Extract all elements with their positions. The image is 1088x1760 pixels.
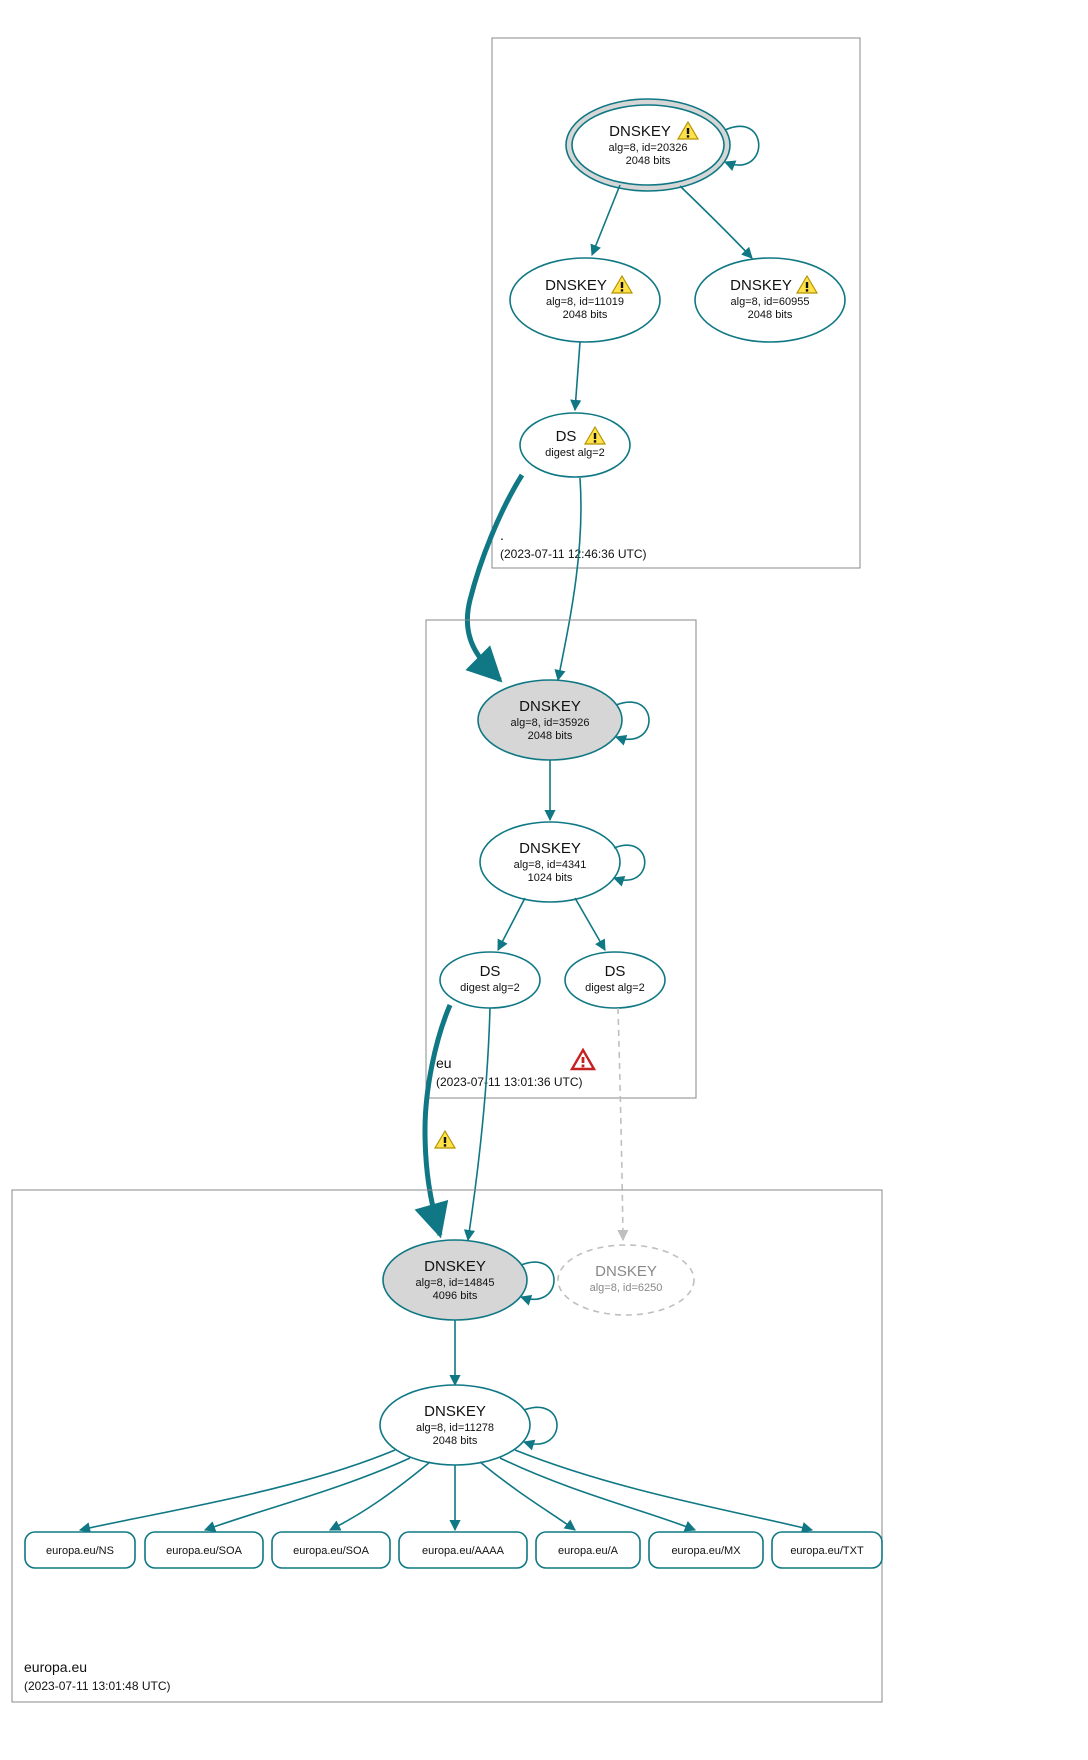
svg-text:DS: DS xyxy=(556,428,577,445)
svg-text:DNSKEY: DNSKEY xyxy=(424,1403,486,1420)
svg-text:DNSKEY: DNSKEY xyxy=(595,1263,657,1280)
edge-rr-mx xyxy=(500,1458,695,1530)
rr-soa1: europa.eu/SOA xyxy=(166,1545,242,1557)
svg-text:alg=8, id=20326: alg=8, id=20326 xyxy=(609,142,688,154)
edge-deleg-eu-europa-thick xyxy=(425,1005,450,1235)
node-eur-ksk: DNSKEY alg=8, id=14845 4096 bits xyxy=(383,1240,527,1320)
edge-root-zsk1-ds xyxy=(575,342,580,410)
edge-root-ksk-zsk1 xyxy=(592,185,620,255)
zone-root-label: . xyxy=(500,527,504,543)
svg-text:DNSKEY: DNSKEY xyxy=(609,123,671,140)
svg-text:DNSKEY: DNSKEY xyxy=(519,698,581,715)
svg-text:alg=8, id=35926: alg=8, id=35926 xyxy=(511,717,590,729)
zone-eu-error-icon xyxy=(572,1050,594,1069)
edge-root-ksk-zsk2 xyxy=(680,186,752,258)
rr-aaaa: europa.eu/AAAA xyxy=(422,1545,505,1557)
node-root-ksk: DNSKEY alg=8, id=20326 2048 bits xyxy=(566,99,730,191)
svg-text:DNSKEY: DNSKEY xyxy=(730,277,792,294)
node-root-ds: DS digest alg=2 xyxy=(520,413,630,477)
edge-deleg-root-eu-thick xyxy=(467,475,522,680)
svg-text:4096 bits: 4096 bits xyxy=(433,1290,478,1302)
svg-text:2048 bits: 2048 bits xyxy=(528,730,573,742)
node-eu-ds2: DS digest alg=2 xyxy=(565,952,665,1008)
edge-rr-a xyxy=(480,1462,575,1530)
svg-text:2048 bits: 2048 bits xyxy=(563,309,608,321)
svg-text:alg=8, id=4341: alg=8, id=4341 xyxy=(514,859,587,871)
edge-deleg-warn-icon xyxy=(435,1131,455,1148)
edge-rr-ns xyxy=(80,1450,395,1530)
svg-text:1024 bits: 1024 bits xyxy=(528,872,573,884)
zone-root-ts: (2023-07-11 12:46:36 UTC) xyxy=(500,547,647,561)
zone-europa-ts: (2023-07-11 13:01:48 UTC) xyxy=(24,1679,171,1693)
svg-text:digest alg=2: digest alg=2 xyxy=(460,982,520,994)
node-eu-ds1: DS digest alg=2 xyxy=(440,952,540,1008)
node-eur-ghost: DNSKEY alg=8, id=6250 xyxy=(558,1245,694,1315)
svg-text:2048 bits: 2048 bits xyxy=(748,309,793,321)
svg-text:alg=8, id=6250: alg=8, id=6250 xyxy=(590,1282,663,1294)
node-root-zsk2: DNSKEY alg=8, id=60955 2048 bits xyxy=(695,258,845,342)
svg-text:alg=8, id=14845: alg=8, id=14845 xyxy=(416,1277,495,1289)
node-eur-zsk: DNSKEY alg=8, id=11278 2048 bits xyxy=(380,1385,530,1465)
edge-eu-zsk-ds1 xyxy=(498,898,525,950)
zone-eu-label: eu xyxy=(436,1055,452,1071)
svg-text:alg=8, id=60955: alg=8, id=60955 xyxy=(731,296,810,308)
svg-text:DNSKEY: DNSKEY xyxy=(424,1258,486,1275)
zone-europa-label: europa.eu xyxy=(24,1659,87,1675)
svg-text:digest alg=2: digest alg=2 xyxy=(545,447,605,459)
rr-a: europa.eu/A xyxy=(558,1545,619,1557)
node-root-zsk1: DNSKEY alg=8, id=11019 2048 bits xyxy=(510,258,660,342)
svg-text:2048 bits: 2048 bits xyxy=(626,155,671,167)
edge-root-ds-eu-ksk xyxy=(558,478,581,680)
edge-eu-zsk-ds2 xyxy=(575,898,605,950)
rrset-row: europa.eu/NS europa.eu/SOA europa.eu/SOA… xyxy=(25,1532,882,1568)
svg-text:digest alg=2: digest alg=2 xyxy=(585,982,645,994)
rr-mx: europa.eu/MX xyxy=(671,1545,741,1557)
edge-rr-soa1 xyxy=(205,1458,410,1530)
dnssec-graph: . (2023-07-11 12:46:36 UTC) DNSKEY alg=8… xyxy=(0,0,1088,1760)
rr-txt: europa.eu/TXT xyxy=(790,1545,864,1557)
edge-eu-ds2-eur-ghost xyxy=(618,1008,623,1240)
svg-text:alg=8, id=11019: alg=8, id=11019 xyxy=(546,296,624,308)
rr-ns: europa.eu/NS xyxy=(46,1545,114,1557)
svg-text:DS: DS xyxy=(480,963,501,980)
zone-eu-ts: (2023-07-11 13:01:36 UTC) xyxy=(436,1075,583,1089)
edge-eu-ds1-eur-ksk xyxy=(468,1008,490,1240)
svg-text:DNSKEY: DNSKEY xyxy=(545,277,607,294)
rr-soa2: europa.eu/SOA xyxy=(293,1545,369,1557)
edge-rr-soa2 xyxy=(330,1462,430,1530)
node-eu-ksk: DNSKEY alg=8, id=35926 2048 bits xyxy=(478,680,622,760)
node-eu-zsk: DNSKEY alg=8, id=4341 1024 bits xyxy=(480,822,620,902)
svg-text:DNSKEY: DNSKEY xyxy=(519,840,581,857)
svg-text:2048 bits: 2048 bits xyxy=(433,1435,478,1447)
svg-text:DS: DS xyxy=(605,963,626,980)
svg-text:alg=8, id=11278: alg=8, id=11278 xyxy=(416,1422,494,1434)
